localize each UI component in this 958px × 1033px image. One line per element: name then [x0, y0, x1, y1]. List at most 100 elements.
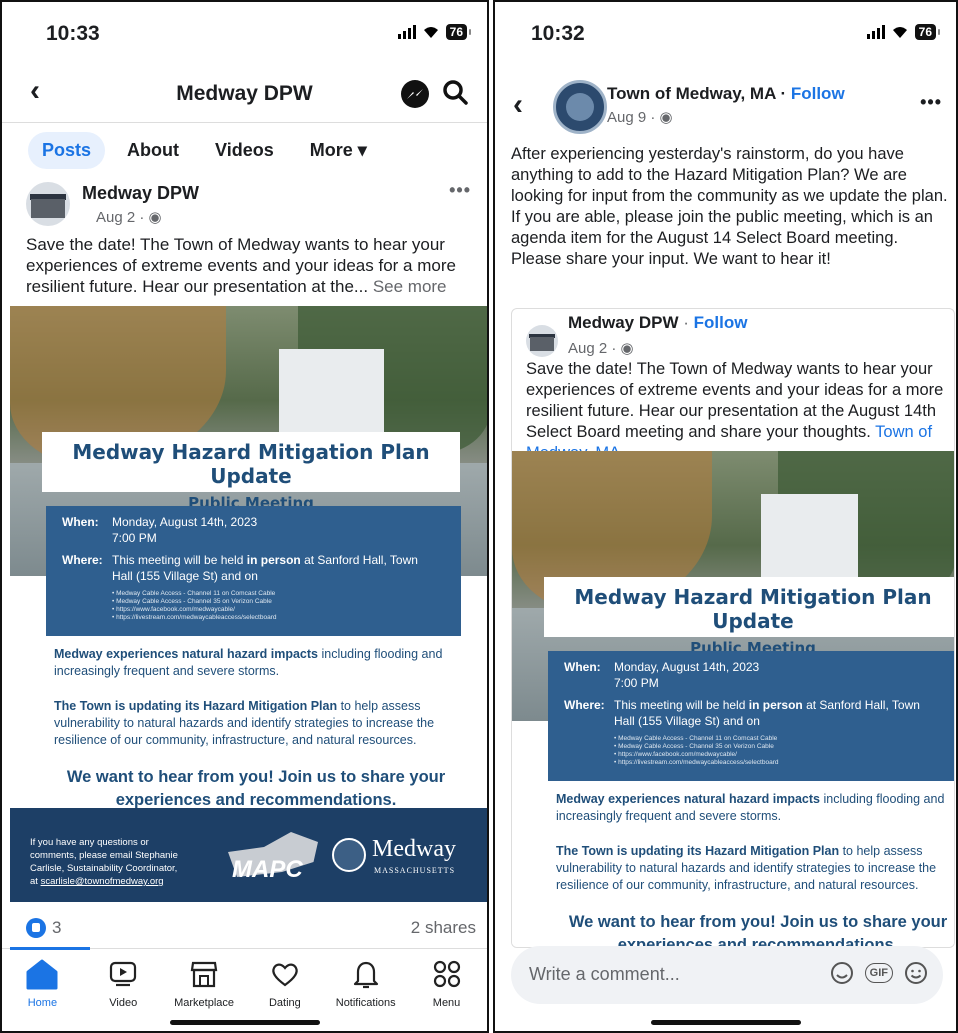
nav-video[interactable]: Video — [84, 957, 162, 1017]
status-time: 10:32 — [531, 22, 585, 45]
tab-about[interactable]: About — [113, 132, 193, 169]
avatar[interactable] — [26, 182, 70, 226]
bullet-item: • Medway Cable Access - Channel 35 on Ve… — [614, 743, 774, 750]
post-date: Aug 9 · — [607, 109, 660, 126]
post-author[interactable]: Town of Medway, MA — [607, 84, 776, 103]
sticker-icon[interactable] — [829, 960, 855, 986]
where-text: This meeting will be held — [614, 698, 749, 712]
when-time: 7:00 PM — [614, 676, 659, 690]
poster-p1-bold: Medway experiences natural hazard impact… — [556, 792, 820, 806]
poster-p1-bold: Medway experiences natural hazard impact… — [54, 647, 318, 661]
video-icon — [84, 957, 162, 991]
nav-notifications-label: Notifications — [335, 997, 396, 1009]
bullet-item: • Medway Cable Access - Channel 11 on Co… — [614, 735, 778, 742]
poster-info-box: When: Monday, August 14th, 2023 7:00 PM … — [46, 506, 461, 636]
bottom-nav: Home Video Marketplace Dating Notificati… — [2, 957, 487, 1017]
poster-cta: We want to hear from you! Join us to sha… — [66, 768, 446, 809]
post-image[interactable]: Medway Hazard Mitigation Plan Update Pub… — [10, 306, 487, 902]
search-icon[interactable] — [441, 78, 469, 106]
where-bold: in person — [246, 553, 301, 567]
shared-post-image[interactable]: Medway Hazard Mitigation Plan Update Pub… — [512, 451, 954, 948]
tab-more[interactable]: More ▾ — [296, 132, 381, 169]
profile-tabs: Posts About Videos More ▾ — [28, 132, 381, 169]
battery-indicator: 76 — [445, 24, 472, 40]
follow-button[interactable]: Follow — [791, 84, 845, 103]
left-screen: 10:33 76 ‹ Medway DPW Posts About Videos… — [0, 0, 489, 1033]
status-bar: 10:32 76 — [495, 2, 956, 62]
globe-icon: ◉ — [148, 209, 162, 226]
back-arrow-icon[interactable]: ‹ — [513, 88, 523, 122]
where-line2: Hall (155 Village St) and on — [614, 714, 760, 728]
shared-post-date: Aug 2 · — [568, 340, 621, 357]
battery-indicator: 76 — [914, 24, 941, 40]
nav-menu-label: Menu — [432, 997, 461, 1009]
shared-follow-button[interactable]: Follow — [694, 313, 748, 332]
tab-posts[interactable]: Posts — [28, 132, 106, 169]
poster-cta: We want to hear from you! Join us to sha… — [568, 913, 948, 948]
separator: · — [775, 84, 791, 103]
reactions-bar: 3 2 shares — [26, 916, 476, 940]
gif-icon[interactable]: GIF — [864, 963, 893, 983]
medway-logo: Medway — [372, 836, 456, 862]
where-text: This meeting will be held — [112, 553, 247, 567]
nav-notifications[interactable]: Notifications — [327, 957, 405, 1017]
bullet-item: • Medway Cable Access - Channel 11 on Co… — [112, 590, 276, 597]
post-text-block: Save the date! The Town of Medway wants … — [26, 234, 472, 297]
marketplace-icon — [165, 957, 243, 991]
signal-icon — [866, 25, 885, 39]
messenger-icon[interactable] — [401, 80, 429, 108]
see-more-link[interactable]: See more — [373, 277, 447, 296]
nav-home-label: Home — [27, 997, 58, 1009]
nav-marketplace[interactable]: Marketplace — [165, 957, 243, 1017]
when-date: Monday, August 14th, 2023 — [614, 660, 760, 674]
bullet-item: • Medway Cable Access - Channel 35 on Ve… — [112, 598, 272, 605]
shares-count[interactable]: 2 shares — [411, 918, 476, 938]
footer-text: comments, please email Stephanie — [30, 850, 178, 861]
footer-email: scarlisle@townofmedway.org — [40, 876, 164, 887]
home-indicator — [169, 1020, 320, 1025]
more-options-icon[interactable]: ••• — [920, 92, 942, 113]
where-line2: Hall (155 Village St) and on — [112, 569, 258, 583]
like-icon[interactable] — [26, 918, 46, 938]
globe-icon: ◉ — [620, 340, 634, 357]
nav-dating[interactable]: Dating — [246, 957, 324, 1017]
poster-title: Medway Hazard Mitigation Plan Update — [574, 585, 932, 633]
status-bar: 10:33 76 — [2, 2, 487, 62]
nav-menu[interactable]: Menu — [408, 957, 486, 1017]
shared-post-author[interactable]: Medway DPW — [568, 313, 679, 332]
comment-input[interactable]: Write a comment... — [529, 964, 680, 985]
comment-composer[interactable]: Write a comment... GIF — [511, 946, 943, 1004]
more-options-icon[interactable]: ••• — [449, 180, 471, 201]
poster-footer: If you have any questions or comments, p… — [10, 808, 487, 902]
wifi-icon — [892, 27, 907, 38]
status-time: 10:33 — [46, 22, 100, 45]
when-label: When: — [564, 660, 601, 674]
post-text: After experiencing yesterday's rainstorm… — [511, 145, 948, 268]
avatar[interactable] — [526, 325, 558, 357]
nav-home[interactable]: Home — [3, 957, 81, 1017]
separator: · — [678, 313, 694, 332]
nav-dating-label: Dating — [268, 997, 301, 1009]
emoji-icon[interactable] — [903, 960, 929, 986]
poster-info-box: When: Monday, August 14th, 2023 7:00 PM … — [548, 651, 954, 781]
bullet-item: • https://www.facebook.com/medwaycable/ — [614, 751, 737, 758]
shared-post[interactable]: Medway DPW · Follow Aug 2 · ◉ Save the dat… — [511, 308, 955, 948]
tab-videos[interactable]: Videos — [201, 132, 288, 169]
avatar[interactable] — [553, 80, 607, 134]
nav-marketplace-label: Marketplace — [174, 997, 235, 1009]
page-header: ‹ Medway DPW — [2, 72, 487, 116]
nav-video-label: Video — [109, 997, 138, 1009]
where-label: Where: — [62, 553, 103, 567]
home-icon — [3, 957, 81, 991]
dating-icon — [246, 957, 324, 991]
poster-title: Medway Hazard Mitigation Plan Update — [72, 440, 430, 488]
post-header: Medway DPW Aug 2 · ◉ ••• — [26, 180, 471, 230]
post-header: ‹ Town of Medway, MA · Follow Aug 9 · ◉ … — [495, 78, 956, 138]
post-author[interactable]: Medway DPW — [82, 183, 199, 204]
when-date: Monday, August 14th, 2023 — [112, 515, 258, 529]
reaction-count[interactable]: 3 — [52, 918, 61, 938]
when-label: When: — [62, 515, 99, 529]
where-text-2: at Sanford Hall, Town — [300, 553, 418, 567]
where-bold: in person — [748, 698, 803, 712]
post-date: Aug 2 · — [96, 209, 149, 226]
